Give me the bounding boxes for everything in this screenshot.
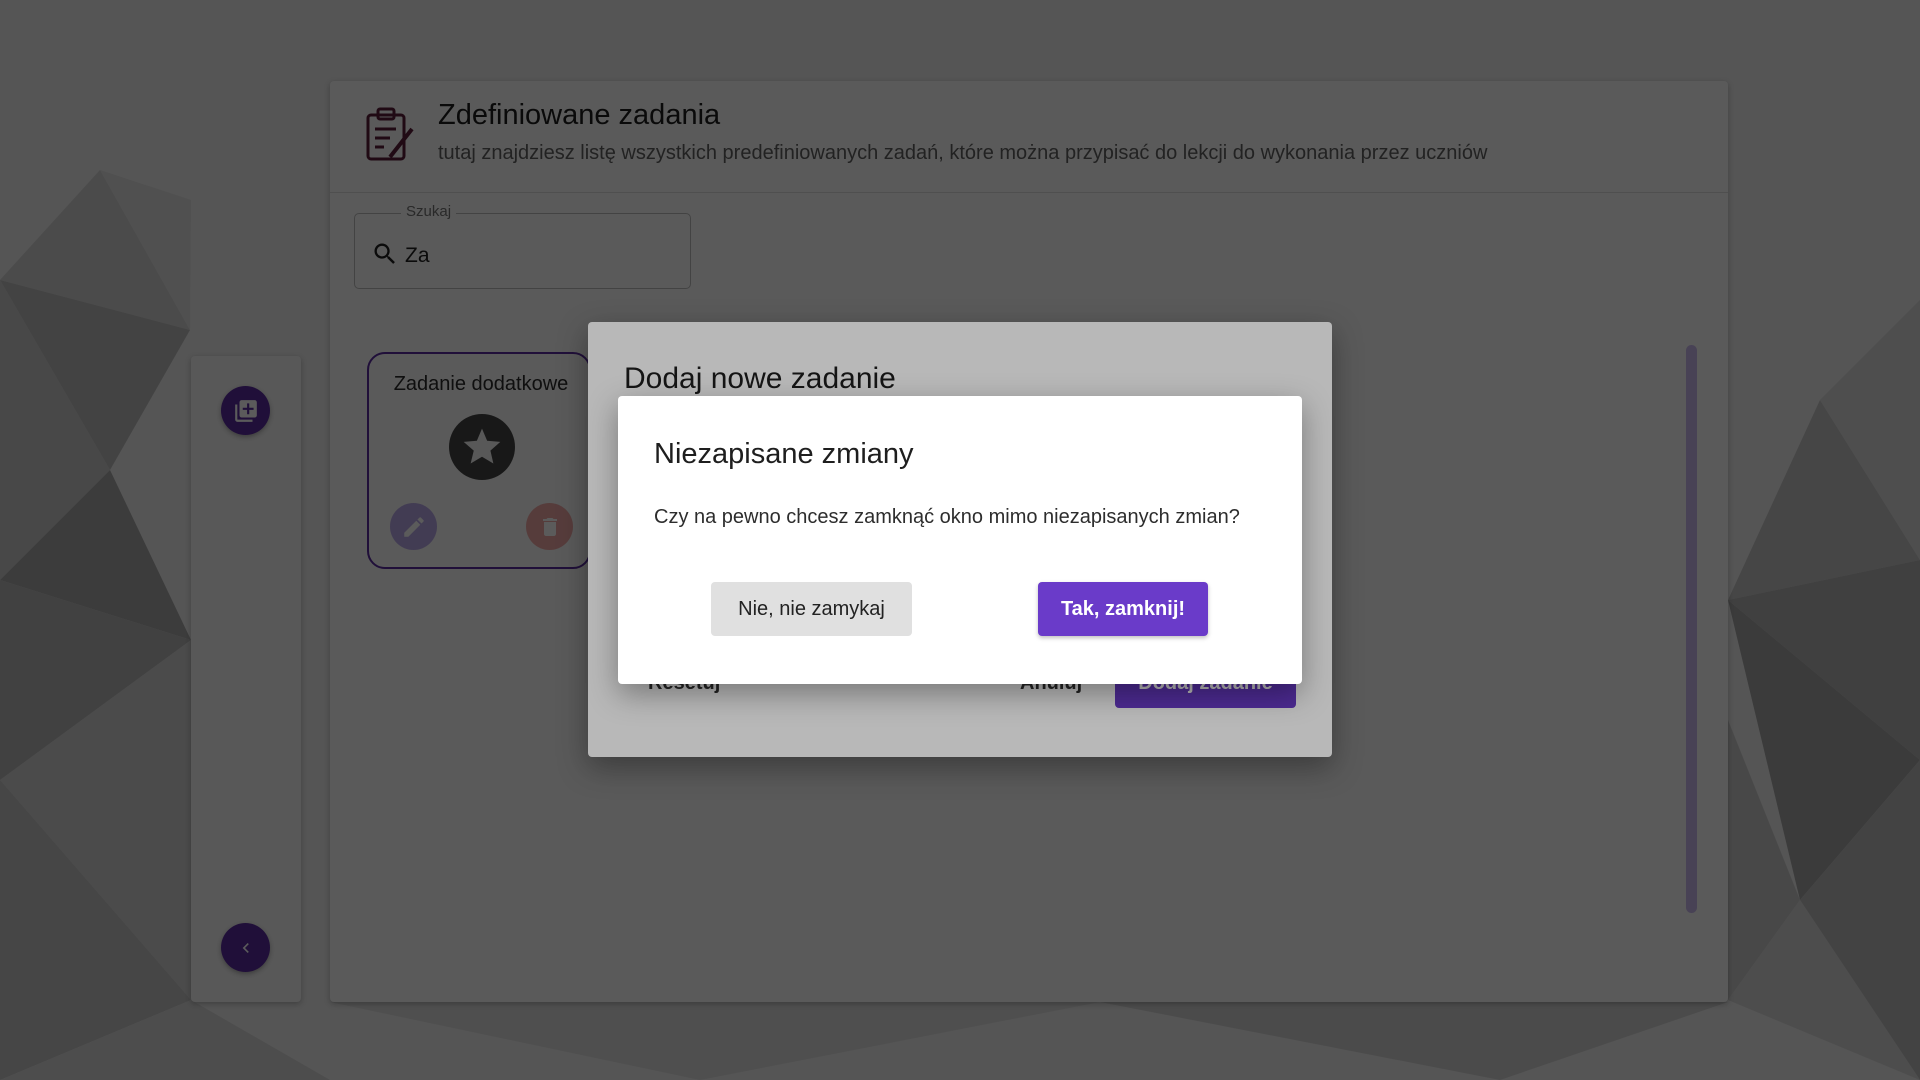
confirm-dialog-message: Czy na pewno chcesz zamknąć okno mimo ni… xyxy=(654,506,1240,528)
unsaved-changes-dialog: Niezapisane zmiany Czy na pewno chcesz z… xyxy=(618,396,1302,684)
dont-close-button[interactable]: Nie, nie zamykaj xyxy=(711,582,912,636)
confirm-dialog-title: Niezapisane zmiany xyxy=(654,438,914,470)
confirm-close-button[interactable]: Tak, zamknij! xyxy=(1038,582,1208,636)
